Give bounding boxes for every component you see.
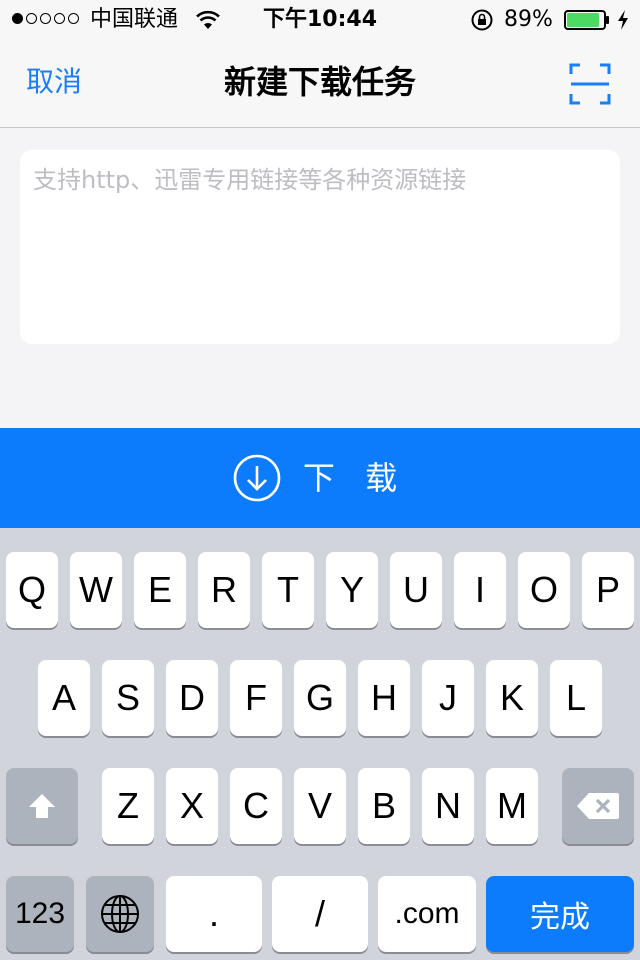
scan-icon[interactable] <box>568 62 612 106</box>
url-input[interactable] <box>20 150 620 344</box>
key-f[interactable]: F <box>230 660 282 736</box>
globe-key[interactable] <box>86 876 154 952</box>
key-k[interactable]: K <box>486 660 538 736</box>
key-v[interactable]: V <box>294 768 346 844</box>
navigation-bar: 取消 新建下载任务 <box>0 40 640 128</box>
key-n[interactable]: N <box>422 768 474 844</box>
dotcom-key[interactable]: .com <box>378 876 476 952</box>
dot-key[interactable]: . <box>166 876 262 952</box>
shift-key[interactable] <box>6 768 78 844</box>
key-p[interactable]: P <box>582 552 634 628</box>
key-m[interactable]: M <box>486 768 538 844</box>
globe-icon <box>99 893 141 935</box>
backspace-key[interactable] <box>562 768 634 844</box>
key-l[interactable]: L <box>550 660 602 736</box>
page-title: 新建下载任务 <box>223 63 416 101</box>
backspace-icon <box>575 791 621 821</box>
key-q[interactable]: Q <box>6 552 58 628</box>
key-c[interactable]: C <box>230 768 282 844</box>
key-g[interactable]: G <box>294 660 346 736</box>
key-e[interactable]: E <box>134 552 186 628</box>
key-j[interactable]: J <box>422 660 474 736</box>
download-button[interactable]: 下 载 <box>0 428 640 528</box>
key-r[interactable]: R <box>198 552 250 628</box>
download-label: 下 载 <box>302 459 408 497</box>
download-circle-icon <box>233 454 281 502</box>
keyboard: Q W E R T Y U I O P A S D F G H J K L Z … <box>0 528 640 960</box>
key-u[interactable]: U <box>390 552 442 628</box>
status-bar: 中国联通 下午10:44 89% <box>0 0 640 40</box>
content-area <box>0 128 640 428</box>
numbers-key[interactable]: 123 <box>6 876 74 952</box>
key-i[interactable]: I <box>454 552 506 628</box>
key-d[interactable]: D <box>166 660 218 736</box>
key-o[interactable]: O <box>518 552 570 628</box>
key-a[interactable]: A <box>38 660 90 736</box>
done-key[interactable]: 完成 <box>486 876 634 952</box>
key-h[interactable]: H <box>358 660 410 736</box>
key-y[interactable]: Y <box>326 552 378 628</box>
key-t[interactable]: T <box>262 552 314 628</box>
key-s[interactable]: S <box>102 660 154 736</box>
key-z[interactable]: Z <box>102 768 154 844</box>
battery-icon <box>564 10 610 30</box>
orientation-lock-icon <box>470 8 494 32</box>
key-x[interactable]: X <box>166 768 218 844</box>
key-b[interactable]: B <box>358 768 410 844</box>
shift-icon <box>27 792 57 820</box>
slash-key[interactable]: / <box>272 876 368 952</box>
charging-icon <box>616 9 630 31</box>
battery-percent: 89% <box>504 7 553 32</box>
key-w[interactable]: W <box>70 552 122 628</box>
